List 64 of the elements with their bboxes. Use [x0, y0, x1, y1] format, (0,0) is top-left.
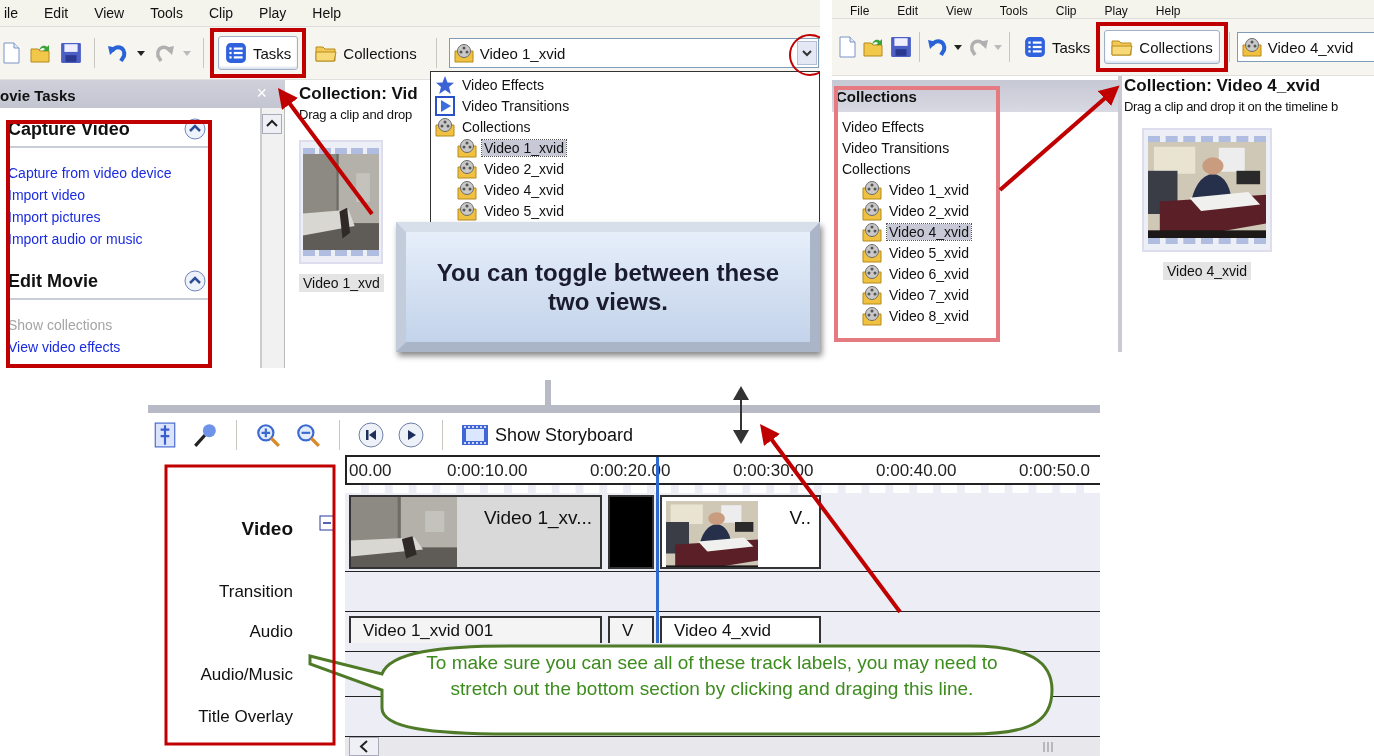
menu-item[interactable]: Play — [1104, 4, 1128, 18]
menu-item[interactable]: ile — [4, 5, 18, 21]
clip-name: V.. — [788, 506, 812, 530]
menu-item[interactable]: View — [94, 5, 125, 21]
menu-item[interactable]: Help — [1155, 4, 1181, 18]
menu-item[interactable]: Tools — [150, 5, 183, 21]
collection-dropdown[interactable]: Video 1_xvid — [448, 38, 819, 68]
tree-item[interactable]: Video 6_xvid — [887, 265, 971, 282]
audio-clip[interactable]: Video 1_xvid 001 — [349, 616, 602, 643]
tree-item[interactable]: Video 5_xvid — [887, 244, 971, 261]
audio-clip[interactable]: Video 4_xvid — [660, 616, 821, 643]
menu-item[interactable]: File — [850, 4, 870, 18]
menu-item[interactable]: Play — [259, 5, 287, 21]
pane-title: ovie Tasks — [0, 87, 76, 104]
track-label: Audio/Music — [200, 664, 293, 685]
task-link[interactable]: Capture from video device — [8, 162, 172, 184]
track-label: Transition — [219, 582, 293, 602]
collection-hint: Drag a clip and drop it on the timeline b — [1124, 99, 1338, 114]
callout-text: You can toggle between these two views. — [435, 258, 781, 316]
collection-dropdown[interactable]: Video 4_xvid — [1236, 32, 1374, 62]
tree-item[interactable]: Video 7_xvid — [887, 286, 971, 303]
video-clip[interactable]: V.. — [660, 495, 821, 569]
time-label: 0:00:10.00 — [447, 461, 528, 481]
toolbar-button[interactable]: Collections — [308, 36, 424, 70]
time-label: 0:00:40.00 — [876, 461, 957, 481]
menu-item[interactable]: Clip — [1055, 4, 1077, 18]
track-label: Video — [241, 517, 293, 540]
menu-item[interactable]: Clip — [208, 5, 234, 21]
toolbar-button[interactable]: Collections — [1104, 30, 1220, 64]
clip-name: Video 1_xvd — [299, 274, 384, 292]
tree-item[interactable]: Video Transitions — [460, 97, 572, 114]
menu-item[interactable]: Edit — [44, 5, 69, 21]
clip-name: Video 4_xvid — [1163, 262, 1251, 280]
time-label: 00.00 — [349, 461, 392, 481]
tree-item[interactable]: Video 2_xvid — [887, 202, 971, 219]
tree-item[interactable]: Video Effects — [840, 118, 926, 135]
toolbar-button[interactable]: Tasks — [218, 36, 299, 70]
tree-item[interactable]: Collections — [460, 118, 533, 135]
tree-item[interactable]: Video 8_xvid — [887, 307, 971, 324]
audio-clip[interactable]: V — [608, 616, 654, 643]
tree-item[interactable]: Video 5_xvid — [482, 202, 566, 219]
track-label: Audio — [249, 622, 293, 642]
pane-title: Collections — [836, 87, 917, 105]
tree-item[interactable]: Video 2_xvid — [482, 160, 566, 177]
menu-item[interactable]: Tools — [999, 4, 1028, 18]
track-label: Title Overlay — [198, 707, 293, 727]
menu-item[interactable]: Edit — [897, 4, 919, 18]
menu-item[interactable]: View — [946, 4, 972, 18]
clip-name: Video 1_xv... — [482, 506, 593, 531]
tree-item[interactable]: Video 4_xvid — [482, 181, 566, 198]
menu-item[interactable]: Help — [312, 5, 342, 21]
video-clip[interactable]: Video 1_xv... — [349, 495, 602, 569]
tree-item[interactable]: Video Transitions — [840, 139, 952, 156]
toolbar-button[interactable]: Tasks — [1017, 30, 1098, 64]
storyboard-button[interactable]: Show Storyboard — [461, 424, 634, 446]
tree-item[interactable]: Collections — [840, 160, 913, 177]
tree-item[interactable]: Video 4_xvid — [887, 223, 971, 240]
collection-title: Collection: Vid — [299, 84, 418, 104]
tree-item[interactable]: Video 1_xvid — [887, 181, 971, 198]
collection-title: Collection: Video 4_xvid — [1124, 76, 1321, 96]
tree-item[interactable]: Video 1_xvid — [482, 139, 566, 156]
time-label: 0:00:50.0 — [1019, 461, 1090, 481]
tree-item[interactable]: Video Effects — [460, 76, 546, 93]
callout-text: To make sure you can see all of these track labels, you may need to stretch out the bottom section by clicking and draging this line. — [425, 651, 999, 701]
